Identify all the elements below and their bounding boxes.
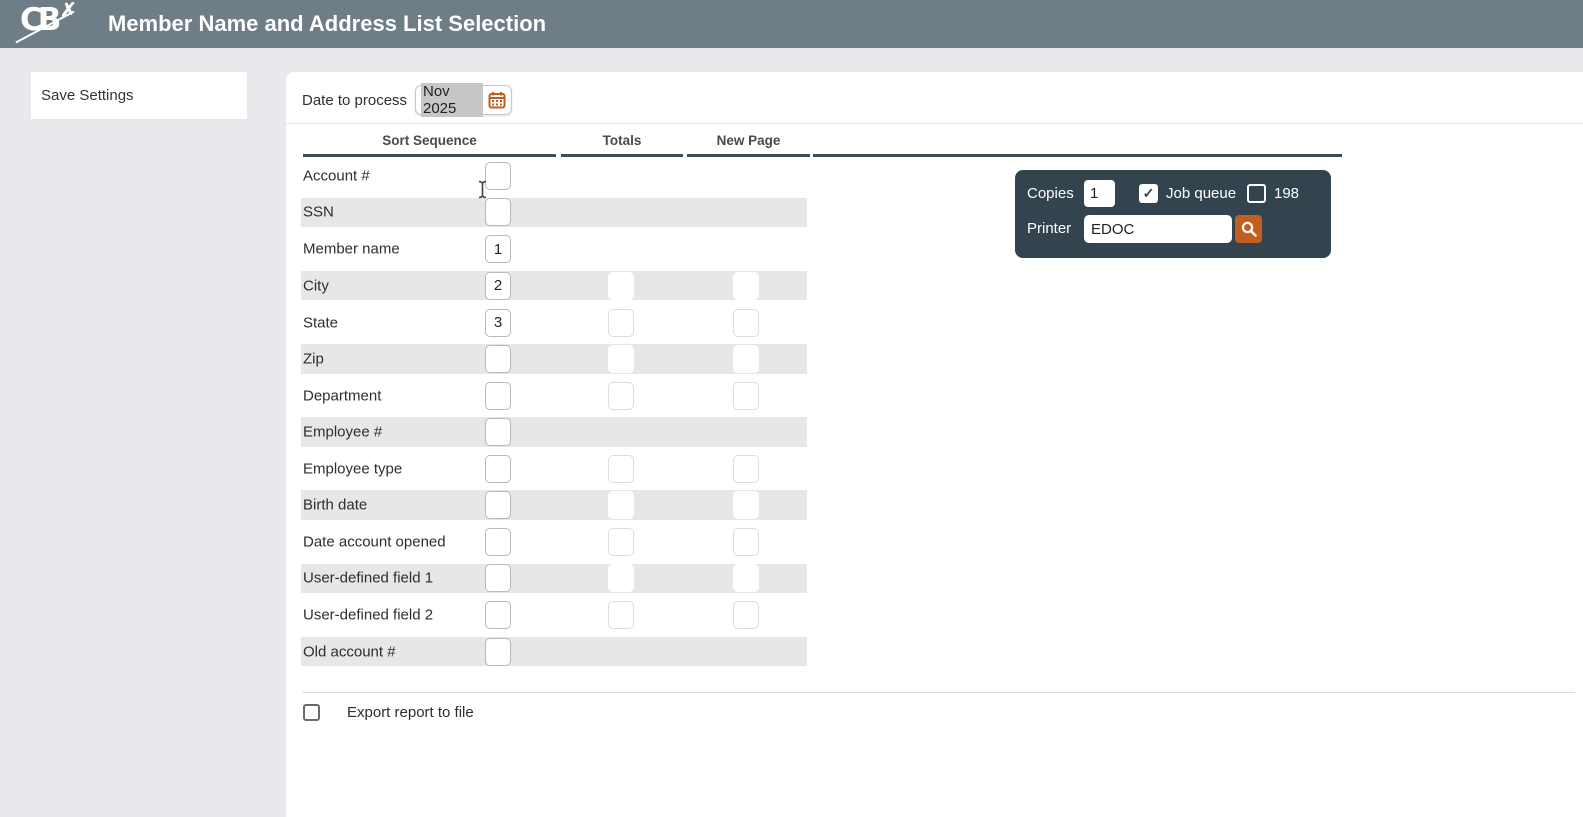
header-rule-right	[813, 154, 1342, 157]
sort-sequence-input[interactable]	[485, 417, 511, 446]
table-row: City	[301, 267, 807, 305]
text-cursor	[477, 180, 488, 204]
sort-sequence-input[interactable]	[485, 344, 511, 373]
date-to-process-label: Date to process	[302, 92, 408, 109]
logo-cb-text: CB	[20, 2, 61, 38]
table-row: Account #	[301, 158, 807, 195]
row-label: Zip	[303, 350, 324, 368]
station-label: 198	[1274, 185, 1300, 202]
row-label: Birth date	[303, 496, 368, 514]
row-label: Member name	[303, 240, 400, 258]
totals-checkbox[interactable]	[608, 308, 634, 337]
copies-input[interactable]	[1084, 180, 1115, 207]
table-row: State	[301, 304, 807, 341]
table-row: Birth date	[301, 487, 807, 524]
totals-checkbox[interactable]	[608, 528, 634, 557]
date-to-process-value: Nov 2025	[421, 83, 483, 117]
totals-checkbox[interactable]	[608, 381, 634, 410]
printer-search-button[interactable]	[1235, 215, 1262, 243]
save-settings-label: Save Settings	[41, 87, 134, 104]
main-panel: Date to process Nov 2025 Sort Sequence T…	[286, 72, 1583, 817]
table-row: User-defined field 2	[301, 597, 807, 634]
new-page-checkbox[interactable]	[733, 491, 759, 520]
row-label: Date account opened	[303, 533, 446, 551]
table-row: User-defined field 1	[301, 560, 807, 598]
print-options-panel: Copies ✓ Job queue 198 Printer	[1015, 170, 1331, 258]
page-title: Member Name and Address List Selection	[108, 11, 547, 36]
calendar-icon[interactable]	[488, 91, 506, 109]
sort-sequence-input[interactable]	[485, 528, 511, 557]
sort-sequence-input[interactable]	[485, 308, 511, 337]
sort-sequence-input[interactable]	[485, 491, 511, 520]
table-row: Employee type	[301, 451, 807, 488]
job-queue-checkbox[interactable]: ✓	[1139, 184, 1158, 203]
row-label: City	[303, 277, 329, 295]
divider	[302, 692, 1575, 693]
row-label: SSN	[303, 203, 334, 221]
column-header-sort-sequence: Sort Sequence	[382, 133, 477, 148]
date-to-process-input[interactable]: Nov 2025	[415, 83, 512, 117]
header-rule-totals	[561, 154, 683, 157]
station-checkbox[interactable]	[1247, 184, 1266, 203]
totals-checkbox[interactable]	[608, 491, 634, 520]
totals-checkbox[interactable]	[608, 344, 634, 373]
search-icon	[1240, 220, 1258, 238]
job-queue-label: Job queue	[1166, 185, 1237, 202]
new-page-checkbox[interactable]	[733, 601, 759, 630]
table-row: Employee #	[301, 414, 807, 451]
row-label: Employee type	[303, 460, 403, 478]
divider	[286, 123, 1583, 124]
row-label: Department	[303, 387, 382, 405]
export-report-label: Export report to file	[347, 704, 474, 721]
row-label: Employee #	[303, 423, 383, 441]
totals-checkbox[interactable]	[608, 271, 634, 300]
new-page-checkbox[interactable]	[733, 271, 759, 300]
table-row: Department	[301, 378, 807, 415]
printer-input[interactable]	[1084, 215, 1232, 243]
sort-sequence-input[interactable]	[485, 637, 511, 666]
checkmark-icon: ✓	[1142, 185, 1155, 201]
save-settings-button[interactable]: Save Settings	[31, 72, 247, 119]
new-page-checkbox[interactable]	[733, 308, 759, 337]
sort-sequence-input[interactable]	[485, 162, 511, 191]
row-label: User-defined field 1	[303, 569, 434, 587]
row-label: User-defined field 2	[303, 606, 434, 624]
new-page-checkbox[interactable]	[733, 455, 759, 484]
new-page-checkbox[interactable]	[733, 344, 759, 373]
header-rule-newpage	[687, 154, 810, 157]
column-header-totals: Totals	[602, 133, 642, 148]
app-header: CB ✗ Member Name and Address List Select…	[0, 0, 1583, 48]
new-page-checkbox[interactable]	[733, 381, 759, 410]
row-label: State	[303, 314, 339, 332]
totals-checkbox[interactable]	[608, 564, 634, 593]
totals-checkbox[interactable]	[608, 455, 634, 484]
export-report-toggle[interactable]: Export report to file	[303, 704, 474, 721]
sort-sequence-input[interactable]	[485, 564, 511, 593]
printer-label: Printer	[1027, 220, 1072, 237]
copies-label: Copies	[1027, 185, 1074, 202]
table-row: Old account #	[301, 633, 807, 671]
export-report-checkbox[interactable]	[303, 704, 320, 721]
sort-sequence-input[interactable]	[485, 381, 511, 410]
sort-sequence-input[interactable]	[485, 198, 511, 227]
table-row: Member name	[301, 231, 807, 268]
row-label: Account #	[303, 167, 370, 185]
column-header-new-page: New Page	[716, 133, 781, 148]
new-page-checkbox[interactable]	[733, 564, 759, 593]
field-table: Account # SSN Member name City State Zip…	[301, 158, 807, 671]
sort-sequence-input[interactable]	[485, 271, 511, 300]
sort-sequence-input[interactable]	[485, 601, 511, 630]
app-logo: CB ✗	[14, 0, 86, 48]
table-row: SSN	[301, 194, 807, 232]
sort-sequence-input[interactable]	[485, 235, 511, 264]
table-row: Zip	[301, 340, 807, 378]
header-rule-sort	[303, 154, 556, 157]
sort-sequence-input[interactable]	[485, 455, 511, 484]
totals-checkbox[interactable]	[608, 601, 634, 630]
new-page-checkbox[interactable]	[733, 528, 759, 557]
table-row: Date account opened	[301, 524, 807, 561]
row-label: Old account #	[303, 643, 396, 661]
